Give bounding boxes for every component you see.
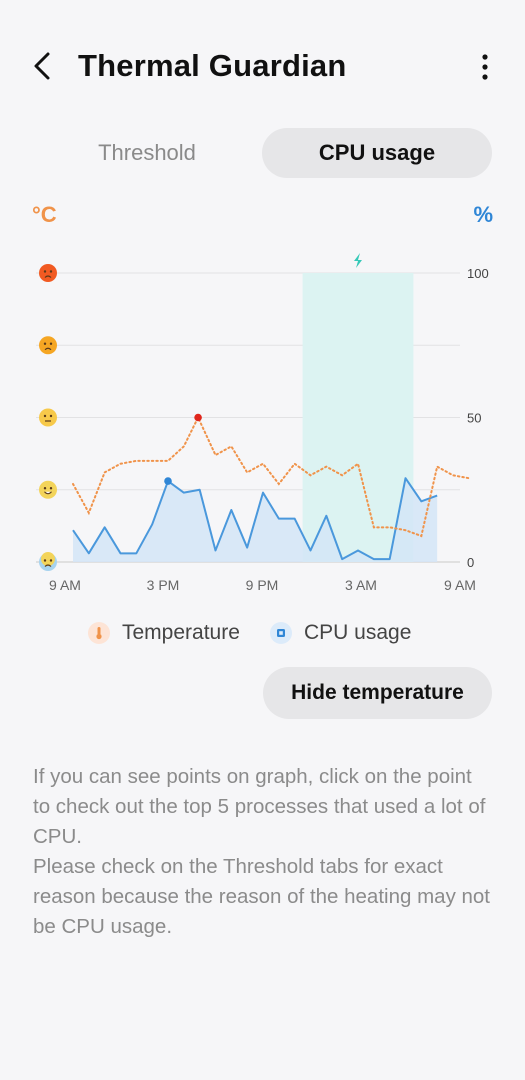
percent-unit-label: % bbox=[473, 202, 493, 227]
x-tick-label: 3 AM bbox=[345, 577, 377, 593]
cpu-peak-point bbox=[164, 477, 172, 485]
thermometer-icon bbox=[88, 622, 110, 644]
chart-legend: Temperature CPU usage bbox=[0, 616, 525, 650]
y-tick-label: 100 bbox=[467, 266, 489, 281]
cold-face-icon bbox=[39, 552, 57, 571]
info-text: If you can see points on graph, click on… bbox=[33, 762, 493, 942]
y-tick-label: 50 bbox=[467, 411, 481, 426]
x-tick-label: 9 AM bbox=[49, 577, 81, 593]
legend-label-cpu-usage: CPU usage bbox=[304, 621, 412, 644]
temperature-peak-point bbox=[194, 413, 202, 422]
back-arrow-icon bbox=[34, 52, 50, 80]
charging-bolt-icon bbox=[354, 253, 362, 268]
x-tick-label: 9 PM bbox=[246, 577, 279, 593]
page-title: Thermal Guardian bbox=[78, 48, 347, 83]
legend-item-temperature: Temperature bbox=[88, 616, 240, 650]
info-line-threshold: Please check on the Threshold tabs for e… bbox=[33, 855, 491, 938]
temperature-unit-label: °C bbox=[32, 202, 57, 227]
tab-threshold[interactable]: Threshold bbox=[32, 128, 262, 178]
x-tick-label: 3 PM bbox=[147, 577, 180, 593]
hot-face-icon bbox=[39, 336, 57, 355]
tab-bar: Threshold CPU usage bbox=[32, 128, 492, 178]
happy-face-icon bbox=[39, 480, 57, 499]
back-button[interactable] bbox=[26, 44, 62, 88]
neutral-face-icon bbox=[39, 408, 57, 427]
app-header: Thermal Guardian bbox=[0, 32, 525, 102]
tab-cpu-usage[interactable]: CPU usage bbox=[262, 128, 492, 178]
more-vertical-icon bbox=[482, 54, 488, 80]
cpu-chip-icon bbox=[270, 622, 292, 644]
legend-item-cpu-usage: CPU usage bbox=[270, 616, 411, 650]
more-options-button[interactable] bbox=[475, 50, 495, 84]
cpu-usage-chart: 100 50 0 9 AM 3 PM 9 PM 3 AM 9 AM bbox=[36, 253, 489, 593]
y-tick-label: 0 bbox=[467, 555, 474, 570]
info-line-points: If you can see points on graph, click on… bbox=[33, 765, 486, 848]
hide-temperature-button[interactable]: Hide temperature bbox=[263, 667, 492, 719]
legend-label-temperature: Temperature bbox=[122, 621, 240, 644]
x-tick-label: 9 AM bbox=[444, 577, 476, 593]
very-hot-face-icon bbox=[39, 264, 57, 282]
